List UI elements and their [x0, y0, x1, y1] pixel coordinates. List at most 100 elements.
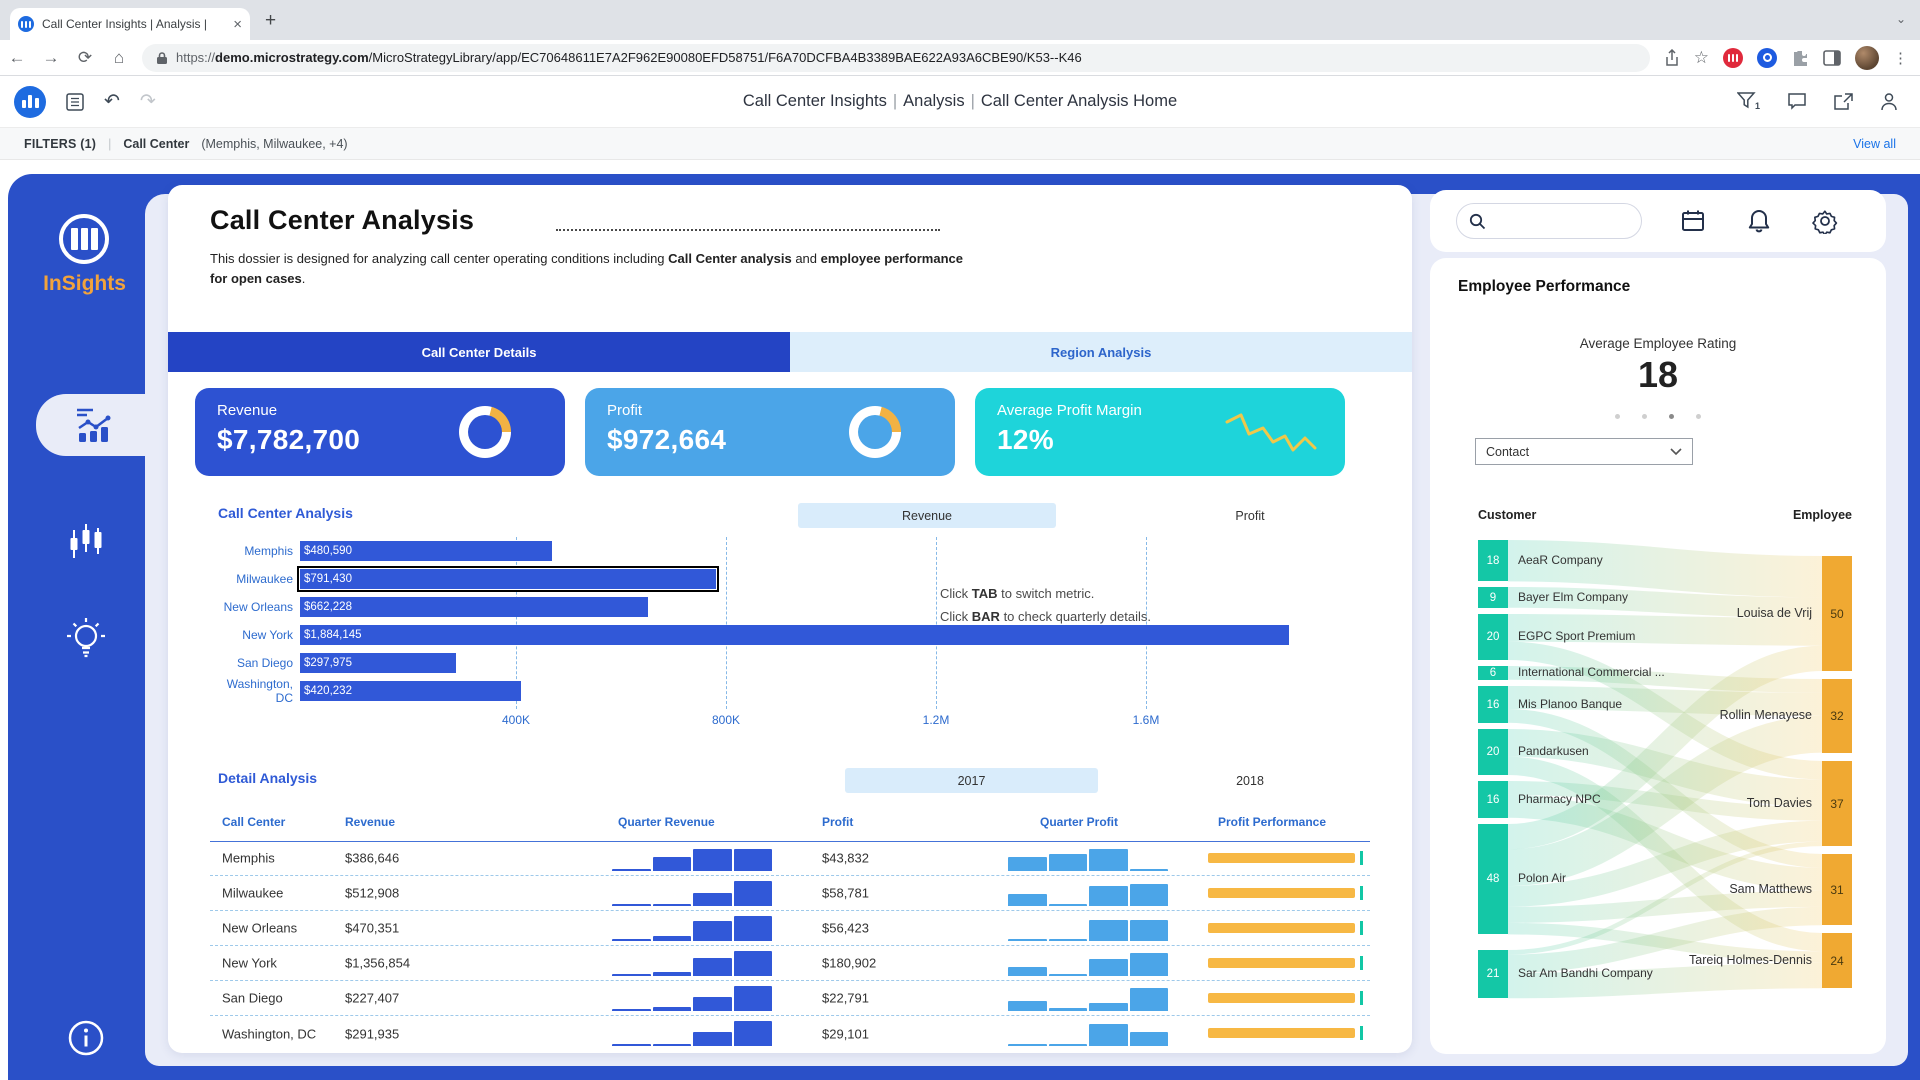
reload-icon[interactable]: ⟳	[68, 48, 102, 68]
bar-value-label: $662,228	[300, 601, 352, 613]
revenue-bar[interactable]: $791,430	[300, 569, 716, 589]
customer-label: Sar Am Bandhi Company	[1518, 966, 1653, 980]
kpi-card-avg-profit-margin[interactable]: Average Profit Margin 12%	[975, 388, 1345, 476]
bar-row: New Orleans$662,228	[210, 593, 1370, 621]
tab-call-center-details[interactable]: Call Center Details	[168, 332, 790, 372]
cell-profit: $43,832	[822, 851, 869, 866]
customer-node[interactable]: 18	[1478, 540, 1508, 581]
share-icon[interactable]	[1664, 49, 1680, 67]
url-text: https://demo.microstrategy.com/MicroStra…	[176, 50, 1082, 65]
kpi-card-revenue[interactable]: Revenue $7,782,700	[195, 388, 565, 476]
col-profit[interactable]: Profit	[822, 815, 853, 829]
view-all-link[interactable]: View all	[1853, 137, 1896, 151]
col-quarter-revenue[interactable]: Quarter Revenue	[618, 815, 715, 829]
chart-hint-text: Click TAB to switch metric. Click BAR to…	[940, 583, 1151, 629]
browser-tab[interactable]: Call Center Insights | Analysis | ×	[10, 8, 250, 40]
donut-chart-icon	[849, 406, 901, 458]
cell-revenue: $291,935	[345, 1026, 399, 1041]
side-panel-icon[interactable]	[1823, 50, 1841, 66]
bar-chart-axis: 400K800K1.2M1.6M	[306, 713, 1306, 729]
app-header-left: ↶ ↷	[0, 86, 156, 118]
col-call-center[interactable]: Call Center	[222, 815, 285, 829]
quarter-profit-minichart	[1008, 950, 1168, 976]
employee-node[interactable]: 31	[1822, 854, 1852, 925]
metric-toggle-profit[interactable]: Profit	[1190, 503, 1310, 528]
col-revenue[interactable]: Revenue	[345, 815, 395, 829]
mstr-extension-icon[interactable]	[1723, 48, 1743, 68]
notifications-bell-icon[interactable]	[1746, 208, 1772, 234]
comment-icon[interactable]	[1787, 92, 1807, 111]
sidebar-item-info[interactable]	[36, 1012, 136, 1064]
revenue-bar[interactable]: $297,975	[300, 653, 456, 673]
year-toggle-2017[interactable]: 2017	[845, 768, 1098, 793]
col-quarter-profit[interactable]: Quarter Profit	[1040, 815, 1118, 829]
profit-performance-bar	[1208, 853, 1366, 863]
revenue-bar[interactable]: $480,590	[300, 541, 552, 561]
customer-label: EGPC Sport Premium	[1518, 629, 1635, 643]
performance-target-tick	[1360, 921, 1363, 935]
settings-gear-icon[interactable]	[1812, 208, 1838, 234]
toc-list-icon[interactable]	[66, 93, 84, 111]
cell-profit: $58,781	[822, 886, 869, 901]
customer-node[interactable]: 20	[1478, 729, 1508, 775]
revenue-bar[interactable]: $420,232	[300, 681, 521, 701]
bar-row: Milwaukee$791,430	[210, 565, 1370, 593]
new-tab-button[interactable]: +	[265, 10, 276, 32]
kpi-card-profit[interactable]: Profit $972,664	[585, 388, 955, 476]
undo-icon[interactable]: ↶	[104, 90, 120, 113]
filters-count-label[interactable]: FILTERS (1)	[24, 137, 96, 151]
extensions-puzzle-icon[interactable]	[1791, 49, 1809, 67]
customer-node[interactable]: 9	[1478, 587, 1508, 608]
address-bar[interactable]: https://demo.microstrategy.com/MicroStra…	[142, 44, 1650, 72]
sidebar-brand: InSights	[16, 272, 153, 296]
customer-node[interactable]: 6	[1478, 666, 1508, 680]
tab-search-chevron-icon[interactable]: ⌄	[1896, 12, 1906, 26]
sidebar-item-stocks[interactable]	[36, 518, 136, 570]
bar-value-label: $480,590	[300, 545, 352, 557]
library-logo-icon[interactable]	[14, 86, 46, 118]
employee-node[interactable]: 32	[1822, 679, 1852, 753]
performance-target-tick	[1360, 991, 1363, 1005]
customer-node[interactable]: 20	[1478, 614, 1508, 660]
revenue-bar[interactable]: $662,228	[300, 597, 648, 617]
customer-node[interactable]: 48	[1478, 824, 1508, 934]
cell-call-center: New York	[222, 956, 277, 971]
employee-label: Tareiq Holmes-Dennis	[1689, 953, 1812, 967]
employee-node[interactable]: 37	[1822, 761, 1852, 846]
cell-call-center: Milwaukee	[222, 886, 283, 901]
home-icon[interactable]: ⌂	[102, 48, 136, 68]
tab-title: Call Center Insights | Analysis |	[42, 17, 225, 31]
metric-toggle-revenue[interactable]: Revenue	[798, 503, 1056, 528]
year-toggle-2018[interactable]: 2018	[1190, 768, 1310, 793]
filter-funnel-icon[interactable]: 1	[1737, 92, 1761, 112]
back-icon[interactable]: ←	[0, 48, 34, 68]
tab-region-analysis[interactable]: Region Analysis	[790, 332, 1412, 372]
filter-name[interactable]: Call Center	[123, 137, 189, 151]
calendar-icon[interactable]	[1680, 208, 1706, 234]
bookmark-star-icon[interactable]: ☆	[1694, 48, 1709, 68]
filter-values: (Memphis, Milwaukee, +4)	[201, 137, 347, 151]
col-profit-performance[interactable]: Profit Performance	[1218, 815, 1326, 829]
search-input[interactable]	[1456, 203, 1642, 239]
customer-label: Bayer Elm Company	[1518, 590, 1628, 604]
sidebar-item-analysis[interactable]	[36, 394, 153, 456]
quarter-revenue-minichart	[612, 915, 772, 941]
employee-node[interactable]: 50	[1822, 556, 1852, 671]
tab-close-icon[interactable]: ×	[233, 16, 242, 33]
blue-extension-icon[interactable]	[1757, 48, 1777, 68]
employee-node[interactable]: 24	[1822, 933, 1852, 988]
detail-section-title: Detail Analysis	[218, 770, 317, 786]
customer-node[interactable]: 21	[1478, 950, 1508, 998]
quarter-profit-minichart	[1008, 915, 1168, 941]
share-dossier-icon[interactable]	[1833, 92, 1854, 111]
customer-node[interactable]: 16	[1478, 781, 1508, 818]
quarter-profit-minichart	[1008, 880, 1168, 906]
forward-icon[interactable]: →	[34, 48, 68, 68]
browser-menu-icon[interactable]: ⋮	[1893, 49, 1908, 67]
profile-avatar[interactable]	[1855, 46, 1879, 70]
bar-row: Memphis$480,590	[210, 537, 1370, 565]
app-body: InSights Call Center Analysis This dossi…	[0, 160, 1920, 1080]
sidebar-item-ideas[interactable]	[36, 612, 136, 664]
customer-node[interactable]: 16	[1478, 686, 1508, 723]
account-person-icon[interactable]	[1880, 92, 1898, 111]
